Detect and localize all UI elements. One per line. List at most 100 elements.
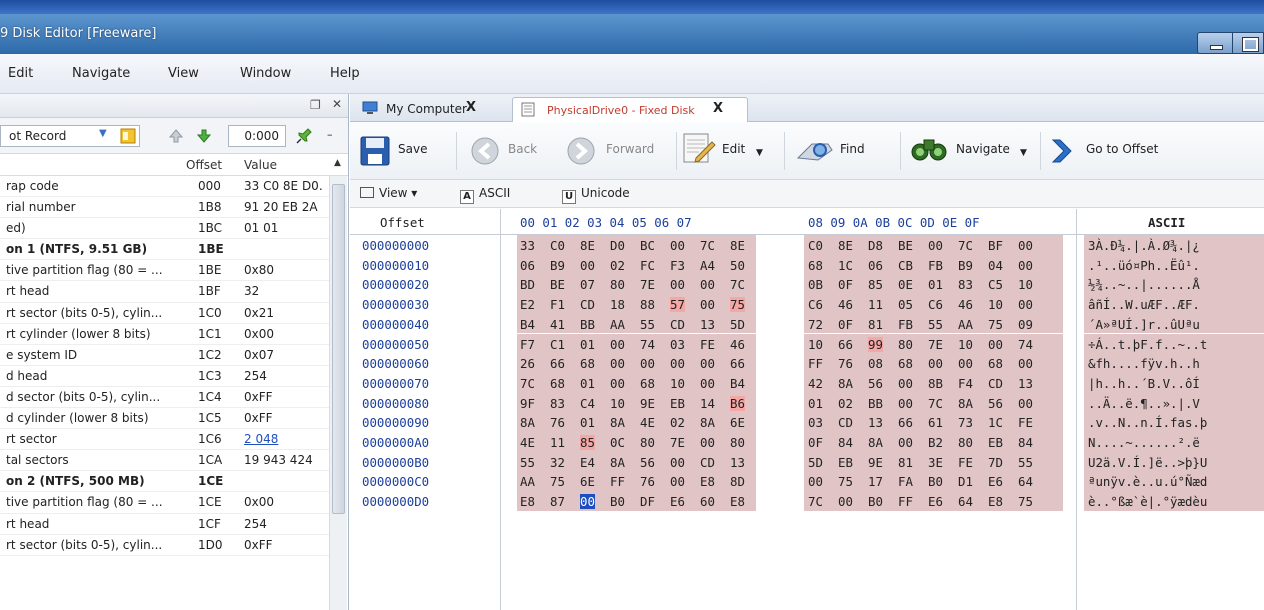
- hex-byte[interactable]: EB: [988, 435, 1003, 450]
- hex-byte[interactable]: 66: [550, 356, 565, 371]
- menu-navigate[interactable]: Navigate: [72, 66, 130, 81]
- more-options-icon[interactable]: –: [327, 128, 333, 141]
- structure-row[interactable]: ed) 1BC 01 01: [0, 218, 329, 240]
- hex-byte[interactable]: 00: [670, 474, 685, 489]
- ascii-text[interactable]: U2ä.V.Í.]ë..>þ}U: [1088, 455, 1264, 470]
- structure-row[interactable]: tive partition flag (80 = ... 1BE 0x80: [0, 260, 329, 282]
- template-icon[interactable]: [120, 128, 136, 144]
- tab-my-computer[interactable]: My Computer X: [356, 97, 510, 122]
- hex-byte[interactable]: E6: [670, 494, 685, 509]
- hex-byte[interactable]: E8: [520, 494, 535, 509]
- hex-byte[interactable]: 00: [928, 238, 943, 253]
- hex-byte[interactable]: A4: [700, 258, 715, 273]
- hex-byte[interactable]: E8: [730, 494, 745, 509]
- hex-byte[interactable]: 00: [670, 238, 685, 253]
- hex-byte[interactable]: FB: [928, 258, 943, 273]
- structure-row[interactable]: rt sector (bits 0-5), cylin... 1D0 0xFF: [0, 535, 329, 556]
- hex-byte[interactable]: 01: [580, 337, 595, 352]
- minimize-button[interactable]: [1197, 32, 1233, 54]
- hex-byte[interactable]: FE: [958, 455, 973, 470]
- hex-byte[interactable]: 10: [610, 396, 625, 411]
- hex-byte[interactable]: 7E: [928, 337, 943, 352]
- hex-byte[interactable]: 99: [868, 336, 883, 352]
- hex-byte[interactable]: 00: [1018, 356, 1033, 371]
- hex-byte[interactable]: 09: [1018, 317, 1033, 332]
- hex-byte[interactable]: 56: [640, 455, 655, 470]
- hex-byte[interactable]: 7D: [988, 455, 1003, 470]
- hex-byte[interactable]: 06: [520, 258, 535, 273]
- hex-row[interactable]: 000000070 7C 68 01 00 68 10 00 B4 42 8A 56 00 8B F4 CD 1…: [350, 372, 1264, 393]
- hex-byte[interactable]: 13: [868, 415, 883, 430]
- ascii-text[interactable]: .v..N..n.Í.fas.þ: [1088, 415, 1264, 430]
- hex-byte[interactable]: 46: [730, 337, 745, 352]
- structure-row[interactable]: e system ID 1C2 0x07: [0, 345, 329, 366]
- menu-help[interactable]: Help: [330, 66, 360, 81]
- hex-byte[interactable]: 1C: [988, 415, 1003, 430]
- hex-byte[interactable]: FA: [898, 474, 913, 489]
- hex-byte[interactable]: 11: [868, 297, 883, 312]
- structure-row[interactable]: tive partition flag (80 = ... 1CE 0x00: [0, 492, 329, 514]
- hex-byte[interactable]: 7C: [958, 238, 973, 253]
- hex-byte[interactable]: E6: [928, 494, 943, 509]
- structure-scrollbar[interactable]: [329, 176, 347, 610]
- hex-byte[interactable]: 46: [838, 297, 853, 312]
- hex-byte[interactable]: 88: [640, 297, 655, 312]
- ascii-text[interactable]: 3À.Ð¼.|.À.Ø¾.|¿: [1088, 238, 1264, 253]
- hex-byte[interactable]: 68: [988, 356, 1003, 371]
- arrow-up-icon[interactable]: [168, 128, 184, 144]
- restore-panel-icon[interactable]: ❐: [310, 98, 321, 112]
- hex-byte[interactable]: 8A: [610, 455, 625, 470]
- field-value[interactable]: 2 048: [244, 432, 278, 446]
- unicode-toggle[interactable]: U Unicode: [562, 186, 630, 204]
- hex-byte[interactable]: 13: [700, 317, 715, 332]
- offset-column-header[interactable]: Offset: [186, 158, 222, 172]
- hex-byte[interactable]: 00: [1018, 396, 1033, 411]
- structure-row[interactable]: on 2 (NTFS, 500 MB) 1CE: [0, 471, 329, 493]
- hex-byte[interactable]: 75: [730, 297, 745, 313]
- hex-byte[interactable]: CD: [580, 297, 595, 312]
- hex-byte[interactable]: 61: [928, 415, 943, 430]
- hex-byte[interactable]: 75: [550, 474, 565, 489]
- structure-row[interactable]: rt head 1BF 32: [0, 281, 329, 303]
- hex-byte[interactable]: 26: [520, 356, 535, 371]
- hex-byte[interactable]: 74: [640, 337, 655, 352]
- hex-byte[interactable]: 00: [700, 376, 715, 391]
- hex-byte[interactable]: 00: [700, 435, 715, 450]
- hex-byte[interactable]: 50: [730, 258, 745, 273]
- hex-byte[interactable]: E2: [520, 297, 535, 312]
- template-combo[interactable]: ot Record ▼: [0, 125, 140, 147]
- hex-byte[interactable]: E8: [700, 474, 715, 489]
- hex-byte[interactable]: B6: [730, 395, 745, 411]
- edit-dropdown-arrow-icon[interactable]: ▼: [756, 148, 763, 158]
- hex-byte[interactable]: 00: [610, 337, 625, 352]
- hex-byte[interactable]: F7: [520, 337, 535, 352]
- hex-byte[interactable]: C6: [928, 297, 943, 312]
- hex-row[interactable]: 000000020 BD BE 07 80 7E 00 00 7C 0B 0F 85 0E 01 83 C5 1…: [350, 274, 1264, 295]
- hex-byte[interactable]: 66: [838, 337, 853, 352]
- ascii-text[interactable]: N....~......².ë: [1088, 435, 1264, 450]
- hex-byte[interactable]: 00: [988, 337, 1003, 352]
- menu-edit[interactable]: Edit: [8, 66, 33, 81]
- hex-byte[interactable]: C0: [550, 238, 565, 253]
- hex-byte[interactable]: 66: [730, 356, 745, 371]
- structure-row[interactable]: d head 1C3 254: [0, 366, 329, 387]
- hex-byte[interactable]: EB: [838, 455, 853, 470]
- hex-byte[interactable]: 00: [838, 494, 853, 509]
- hex-byte[interactable]: 00: [580, 258, 595, 273]
- hex-byte[interactable]: 85: [580, 435, 595, 450]
- hex-byte[interactable]: D0: [610, 238, 625, 253]
- hex-byte[interactable]: 33: [520, 238, 535, 253]
- structure-row[interactable]: rt cylinder (lower 8 bits) 1C1 0x00: [0, 324, 329, 345]
- hex-byte[interactable]: AA: [520, 474, 535, 489]
- find-button[interactable]: Find: [796, 122, 896, 180]
- hex-byte[interactable]: F3: [670, 258, 685, 273]
- hex-byte[interactable]: 80: [958, 435, 973, 450]
- hex-byte[interactable]: 06: [868, 258, 883, 273]
- hex-byte[interactable]: FE: [700, 337, 715, 352]
- hex-byte[interactable]: C4: [580, 396, 595, 411]
- hex-byte[interactable]: 01: [580, 415, 595, 430]
- hex-byte[interactable]: 5D: [730, 317, 745, 332]
- hex-byte[interactable]: 83: [958, 277, 973, 292]
- hex-byte[interactable]: 83: [550, 396, 565, 411]
- hex-byte[interactable]: 76: [550, 415, 565, 430]
